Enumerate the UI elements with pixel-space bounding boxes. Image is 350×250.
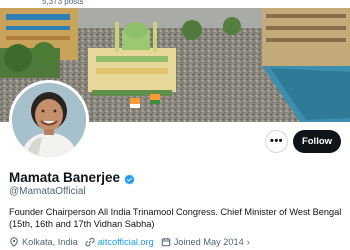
follow-button[interactable]: Follow [293, 130, 341, 153]
chevron-right-icon[interactable]: › [247, 237, 250, 247]
more-options-button[interactable]: ••• [265, 130, 288, 153]
posts-count: 5,373 posts [42, 0, 84, 6]
display-name: Mamata Banerjee [9, 170, 121, 185]
handle: @MamataOfficial [9, 186, 86, 197]
bio: Founder Chairperson All India Trinamool … [9, 207, 342, 229]
joined-item: Joined May 2014 › [161, 237, 250, 247]
calendar-icon [161, 237, 171, 247]
profile-page: 5,373 posts ••• Follow Mamata Banerjee @… [0, 0, 350, 250]
location-pin-icon [9, 237, 19, 247]
website-item[interactable]: aitcofficial.org [85, 237, 154, 247]
joined-text: Joined May 2014 [173, 237, 244, 247]
location-item: Kolkata, India [9, 237, 78, 247]
verified-badge-icon[interactable] [124, 172, 135, 185]
avatar-picture [12, 83, 86, 157]
avatar-photo [12, 83, 86, 157]
website-link[interactable]: aitcofficial.org [98, 237, 154, 247]
link-icon [85, 237, 95, 247]
name-row: Mamata Banerjee [9, 170, 135, 185]
profile-meta: Kolkata, India aitcofficial.org Joined M… [9, 236, 250, 248]
top-header: 5,373 posts [0, 0, 350, 8]
profile-avatar[interactable] [9, 80, 89, 160]
location-text: Kolkata, India [22, 237, 78, 247]
more-dots-icon: ••• [269, 135, 284, 147]
